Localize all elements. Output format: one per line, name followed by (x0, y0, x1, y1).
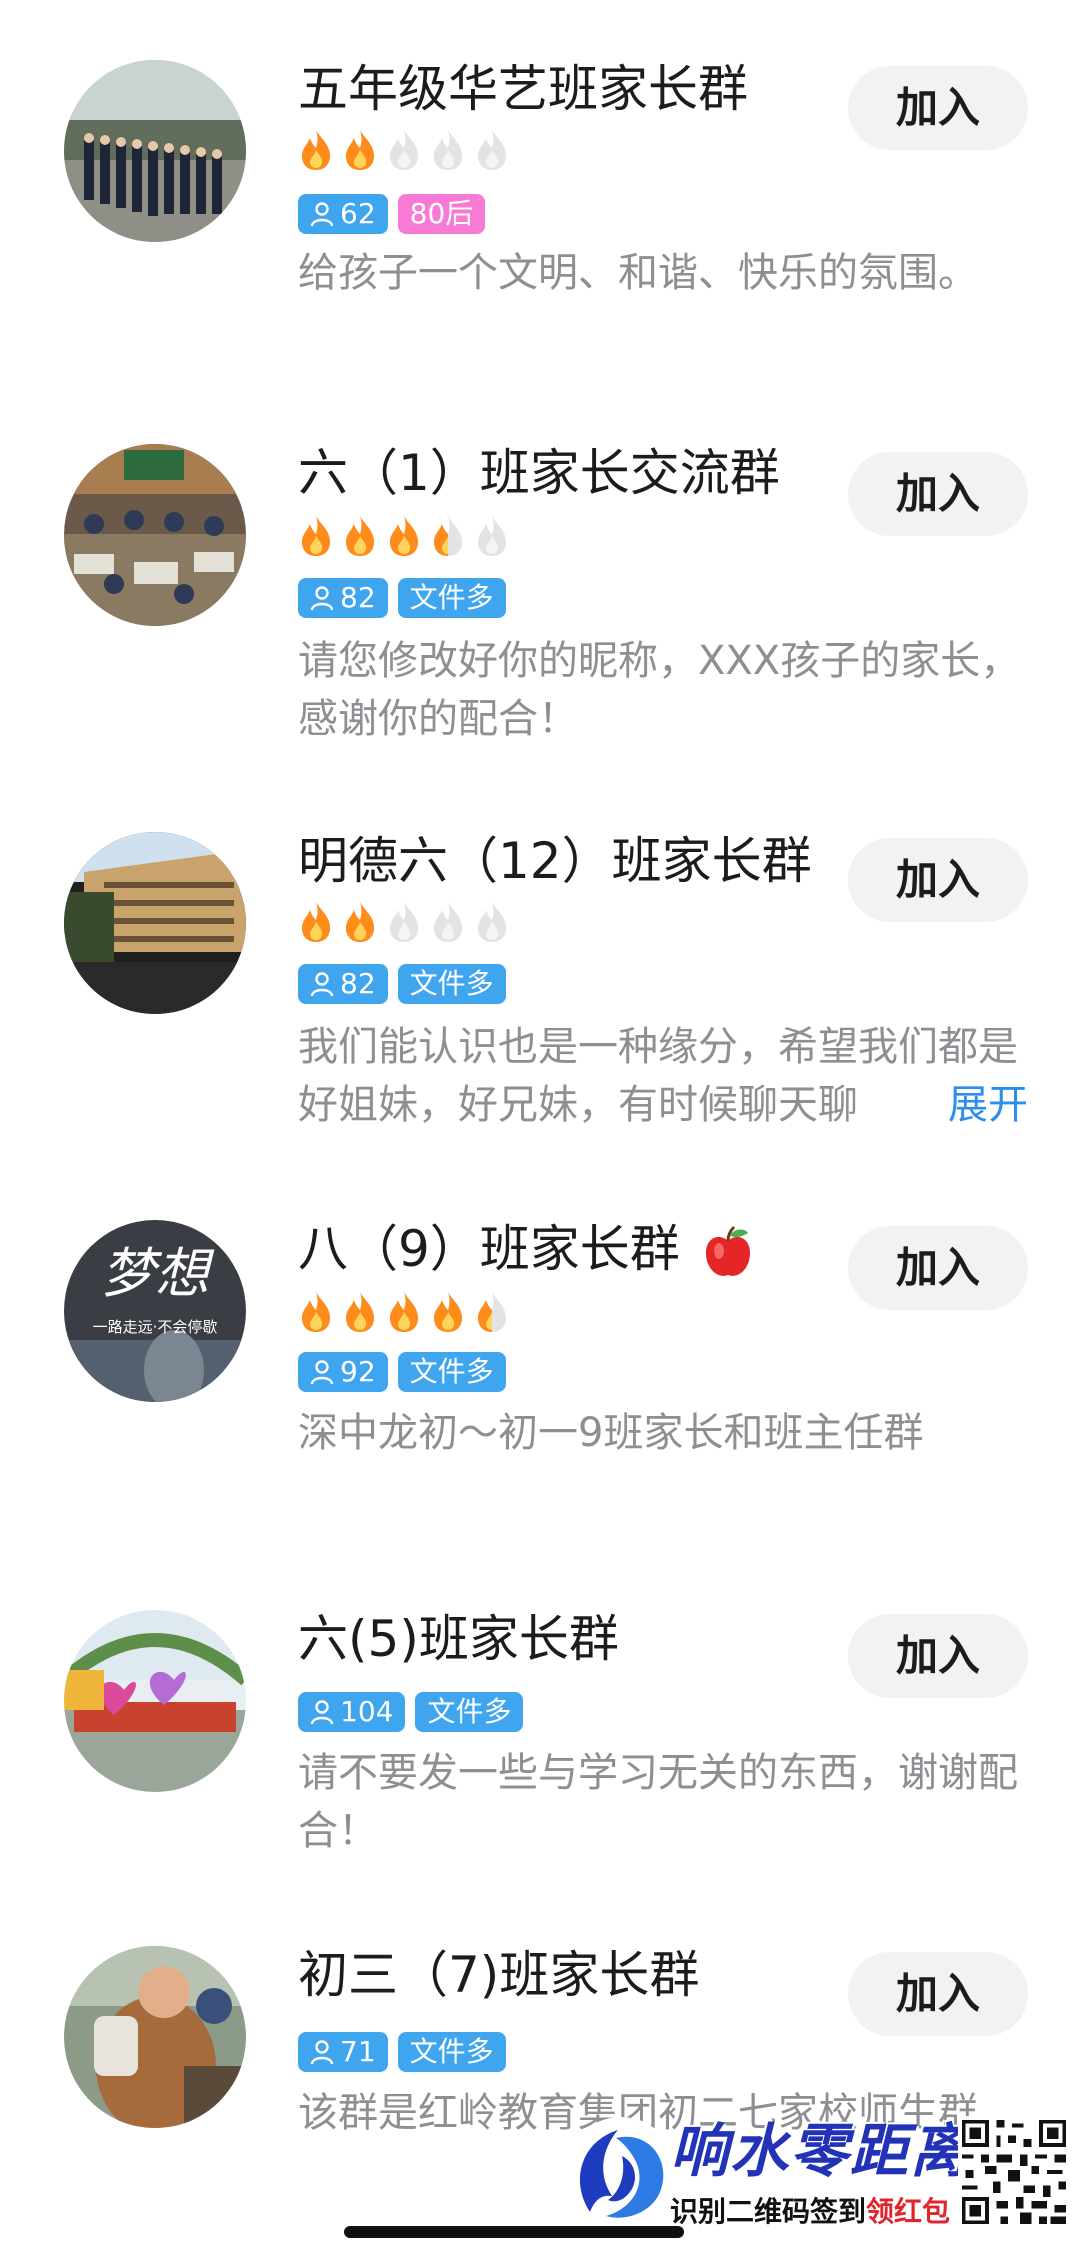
flame-icon (346, 1292, 374, 1332)
person-icon (310, 1360, 334, 1385)
person-icon (310, 2040, 334, 2065)
avatar-title: 梦想 (101, 1242, 215, 1305)
flame-icon (346, 516, 374, 556)
group-avatar[interactable] (64, 444, 246, 626)
group-description: 请您修改好你的昵称，XXX孩子的家长，感谢你的配合！ (298, 638, 1021, 742)
watermark-logo-icon (565, 2117, 677, 2229)
member-count: 92 (340, 1355, 376, 1388)
watermark-subtitle-text: 识别二维码签到 (670, 2195, 867, 2228)
group-avatar[interactable]: 梦想 一路走远·不会停歇 (64, 1220, 246, 1402)
flame-icon (302, 130, 330, 170)
person-icon (310, 972, 334, 997)
group-tags: 104 文件多 (298, 1692, 524, 1732)
member-count-badge: 104 (298, 1692, 406, 1732)
member-count: 82 (340, 581, 376, 614)
flame-icon (478, 130, 506, 170)
flame-icon (346, 902, 374, 942)
group-description: 请不要发一些与学习无关的东西，谢谢配合！ (298, 1750, 1018, 1854)
group-name-text: 八（9）班家长群 (298, 1220, 680, 1278)
avatar-caption: 一路走远·不会停歇 (93, 1318, 218, 1336)
flame-icon (302, 1292, 330, 1332)
group-avatar[interactable] (64, 1610, 246, 1792)
flame-icon (390, 902, 418, 942)
activity-flames (296, 900, 512, 944)
group-description: 我们能认识也是一种缘分，希望我们都是好姐妹，好兄妹，有时候聊天聊 展开 (298, 1018, 1028, 1134)
group-tags: 62 80后 (298, 194, 486, 234)
flame-icon (478, 902, 506, 942)
person-icon (310, 586, 334, 611)
flame-icon (434, 902, 462, 942)
person-icon (310, 1700, 334, 1725)
qr-code-icon (958, 2116, 1070, 2228)
join-button[interactable]: 加入 (848, 1226, 1028, 1310)
member-count-badge: 62 (298, 194, 388, 234)
group-avatar[interactable] (64, 832, 246, 1014)
group-tags: 82 文件多 (298, 964, 506, 1004)
member-count: 82 (340, 967, 376, 1000)
flame-icon (346, 130, 374, 170)
group-search-results: 五年级华艺班家长群 62 80后 给孩子一个文明、和谐、快乐的氛围。 加入 六（… (0, 0, 1080, 2256)
group-tag: 文件多 (397, 2032, 506, 2072)
group-name: 八（9）班家长群 (298, 1218, 754, 1281)
group-name: 明德六（12）班家长群 (298, 832, 812, 890)
group-tag: 文件多 (397, 578, 506, 618)
flame-icon (390, 1292, 418, 1332)
member-count-badge: 82 (298, 964, 388, 1004)
join-button[interactable]: 加入 (848, 1952, 1028, 2036)
group-tag: 文件多 (397, 1352, 506, 1392)
flame-icon (390, 516, 418, 556)
flame-icon (302, 516, 330, 556)
flame-icon (390, 130, 418, 170)
member-count-badge: 92 (298, 1352, 388, 1392)
group-name: 六(5)班家长群 (298, 1610, 619, 1668)
person-icon (310, 202, 334, 227)
activity-flames (296, 1290, 512, 1334)
flame-icon (434, 130, 462, 170)
group-description: 深中龙初～初一9班家长和班主任群 (298, 1410, 924, 1456)
group-tag: 文件多 (415, 1692, 524, 1732)
flame-icon (302, 902, 330, 942)
group-avatar[interactable] (64, 1946, 246, 2128)
join-button[interactable]: 加入 (848, 838, 1028, 922)
group-name: 五年级华艺班家长群 (298, 60, 748, 118)
watermark-title: 响水零距离 (670, 2117, 971, 2185)
expand-link[interactable]: 展开 (904, 1076, 1028, 1134)
flame-icon (478, 1292, 506, 1332)
member-count: 104 (340, 1695, 394, 1728)
group-description: 给孩子一个文明、和谐、快乐的氛围。 (298, 250, 978, 296)
join-button[interactable]: 加入 (848, 1614, 1028, 1698)
group-name: 初三（7)班家长群 (298, 1946, 700, 2004)
group-name: 六（1）班家长交流群 (298, 444, 780, 502)
join-button[interactable]: 加入 (848, 66, 1028, 150)
group-avatar[interactable] (64, 60, 246, 242)
join-button[interactable]: 加入 (848, 452, 1028, 536)
home-indicator[interactable] (344, 2226, 684, 2238)
member-count-badge: 71 (298, 2032, 388, 2072)
member-count-badge: 82 (298, 578, 388, 618)
activity-flames (296, 128, 512, 172)
group-tags: 82 文件多 (298, 578, 506, 618)
flame-icon (434, 1292, 462, 1332)
apple-icon (705, 1225, 750, 1276)
activity-flames (296, 514, 512, 558)
flame-icon (478, 516, 506, 556)
group-tag: 80后 (397, 194, 486, 234)
flame-icon (434, 516, 462, 556)
member-count: 71 (340, 2035, 376, 2068)
group-tag: 文件多 (397, 964, 506, 1004)
group-tags: 92 文件多 (298, 1352, 506, 1392)
group-tags: 71 文件多 (298, 2032, 506, 2072)
member-count: 62 (340, 197, 376, 230)
watermark-subtitle: 识别二维码签到领红包 (670, 2192, 950, 2232)
watermark-subtitle-highlight: 领红包 (866, 2195, 951, 2228)
